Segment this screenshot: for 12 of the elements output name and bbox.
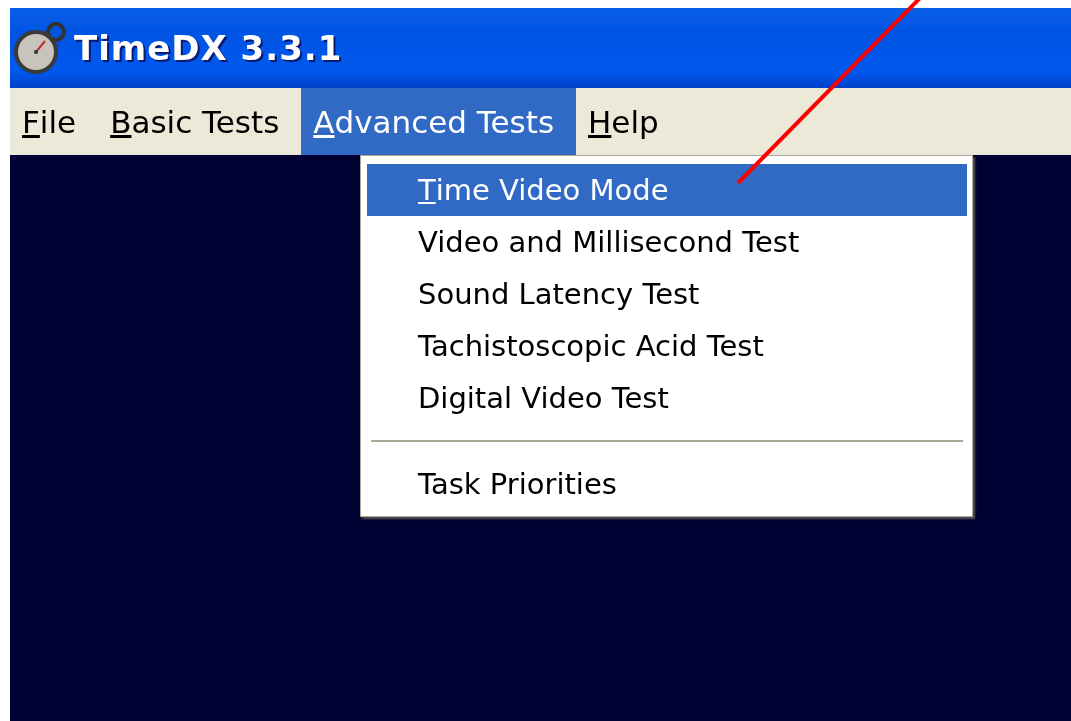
menu-item[interactable]: Task Priorities [367, 458, 967, 510]
menu-item[interactable]: Basic Tests [98, 88, 302, 155]
menu-item[interactable]: Time Video Mode [367, 164, 967, 216]
menu-item[interactable]: Sound Latency Test [367, 268, 967, 320]
menu-item[interactable]: Video and Millisecond Test [367, 216, 967, 268]
menu-item[interactable]: Help [576, 88, 681, 155]
window-title: TimeDX 3.3.1 [74, 28, 343, 68]
menu-item[interactable]: Advanced Tests [301, 88, 577, 155]
menu-item[interactable]: Tachistoscopic Acid Test [367, 320, 967, 372]
menu-item[interactable]: File [10, 88, 99, 155]
menu-item[interactable]: Digital Video Test [367, 372, 967, 424]
stopwatch-icon [12, 22, 68, 74]
